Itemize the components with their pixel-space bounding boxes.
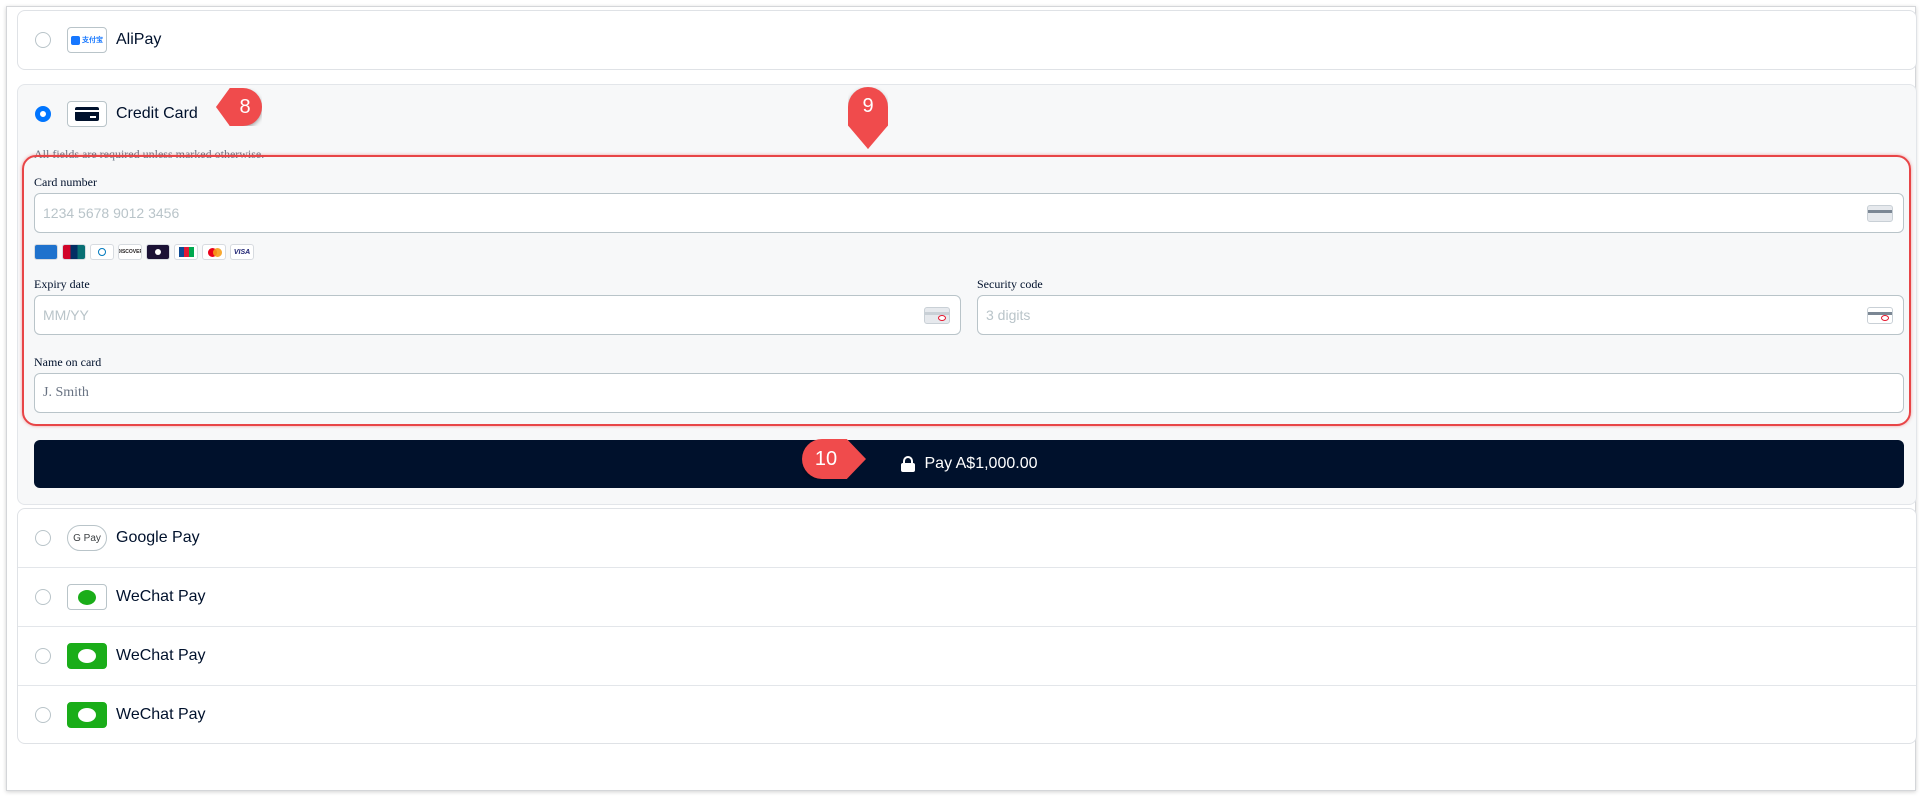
payment-option-wechat-pay-1[interactable]: WeChat Pay	[18, 568, 1916, 626]
card-generic-icon	[1867, 205, 1893, 222]
wechat-pay-label-3: WeChat Pay	[116, 706, 206, 723]
elo-brand-icon	[146, 244, 170, 260]
pay-button[interactable]: Pay A$1,000.00	[34, 440, 1904, 488]
discover-brand-icon: DISCOVER	[118, 244, 142, 260]
visa-brand-icon: VISA	[230, 244, 254, 260]
diners-brand-icon	[90, 244, 114, 260]
card-expiry-icon	[924, 307, 950, 324]
security-code-placeholder: 3 digits	[986, 307, 1031, 323]
wechat-pay-logo-icon	[67, 584, 107, 610]
name-on-card-input[interactable]: J. Smith	[34, 373, 1904, 413]
wechat-pay-radio-2[interactable]	[35, 648, 51, 664]
wechat-pay-radio-1[interactable]	[35, 589, 51, 605]
wechat-pay-label-1: WeChat Pay	[116, 588, 206, 605]
google-pay-label: Google Pay	[116, 529, 200, 546]
expiry-date-placeholder: MM/YY	[43, 307, 89, 323]
name-on-card-label: Name on card	[34, 355, 102, 369]
card-number-placeholder: 1234 5678 9012 3456	[43, 205, 180, 221]
alipay-label: AliPay	[116, 31, 162, 48]
credit-card-logo-icon	[67, 100, 107, 127]
jcb-brand-icon	[174, 244, 198, 260]
wechat-pay-radio-3[interactable]	[35, 707, 51, 723]
payment-option-wechat-pay-2[interactable]: WeChat Pay	[18, 627, 1916, 685]
card-number-input[interactable]: 1234 5678 9012 3456	[34, 193, 1904, 233]
alipay-logo-icon: 支付宝	[67, 27, 107, 53]
google-pay-radio[interactable]	[35, 530, 51, 546]
google-pay-logo-icon: G Pay	[67, 525, 107, 551]
other-payment-methods: G Pay Google Pay WeChat Pay WeChat Pay W…	[17, 508, 1917, 744]
credit-card-radio[interactable]	[35, 105, 51, 122]
alipay-radio[interactable]	[35, 32, 51, 48]
security-code-label: Security code	[977, 277, 1043, 291]
payment-option-google-pay[interactable]: G Pay Google Pay	[18, 509, 1916, 567]
unionpay-brand-icon	[62, 244, 86, 260]
card-cvc-icon	[1867, 307, 1893, 324]
card-number-label: Card number	[34, 175, 97, 189]
payment-option-wechat-pay-3[interactable]: WeChat Pay	[18, 686, 1916, 744]
wechat-pay-label-2: WeChat Pay	[116, 647, 206, 664]
required-fields-note: All fields are required unless marked ot…	[34, 147, 265, 161]
checkout-frame: 支付宝 AliPay Credit Card All fields are re…	[6, 6, 1917, 791]
expiry-date-label: Expiry date	[34, 277, 90, 291]
security-code-input[interactable]: 3 digits	[977, 295, 1904, 335]
payment-option-alipay[interactable]: 支付宝 AliPay	[17, 10, 1917, 70]
card-brand-list: DISCOVER VISA	[34, 244, 254, 260]
wechat-pay-logo-icon	[67, 643, 107, 669]
pay-button-label: Pay A$1,000.00	[924, 455, 1038, 472]
amex-brand-icon	[34, 244, 58, 260]
mastercard-brand-icon	[202, 244, 226, 260]
lock-icon	[900, 456, 915, 472]
name-on-card-placeholder: J. Smith	[43, 385, 89, 400]
wechat-pay-logo-icon	[67, 702, 107, 728]
credit-card-label: Credit Card	[116, 104, 198, 122]
expiry-date-input[interactable]: MM/YY	[34, 295, 961, 335]
payment-option-credit-card: Credit Card All fields are required unle…	[17, 84, 1917, 505]
